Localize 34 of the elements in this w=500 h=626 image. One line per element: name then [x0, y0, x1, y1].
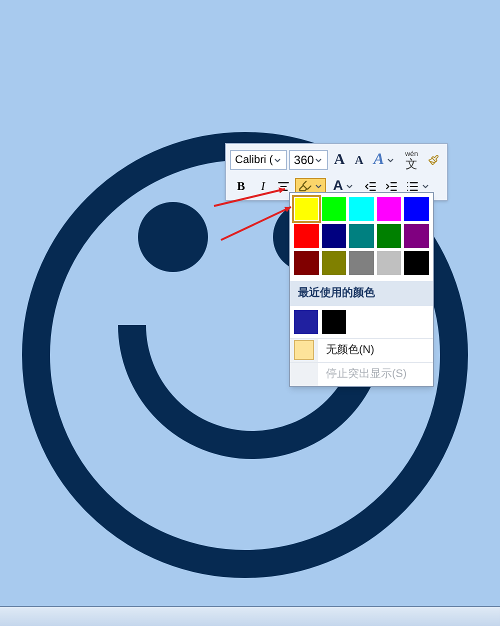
font-size-field[interactable]: 360 [288, 150, 328, 170]
color-swatch[interactable] [322, 251, 346, 275]
format-painter-icon[interactable] [428, 152, 439, 168]
highlighter-icon [298, 179, 312, 193]
color-swatch[interactable] [322, 310, 346, 334]
color-swatch[interactable] [376, 224, 402, 248]
menu-item[interactable]: 无颜色(N) [290, 338, 433, 362]
grow-font-button[interactable]: A [330, 148, 349, 172]
color-swatch[interactable] [294, 224, 319, 248]
decrease-indent-icon [364, 180, 378, 192]
color-swatch[interactable] [322, 197, 346, 221]
color-swatch[interactable] [376, 251, 402, 275]
increase-indent-icon [385, 180, 398, 192]
color-swatch[interactable] [294, 197, 319, 221]
color-swatch[interactable] [404, 197, 429, 221]
recent-colors-heading: 最近使用的颜色 [290, 281, 433, 306]
align-center-icon [277, 180, 290, 192]
no-color-swatch [294, 340, 314, 360]
color-swatch[interactable] [349, 251, 374, 275]
color-swatch[interactable] [376, 197, 402, 221]
color-swatch[interactable] [404, 224, 429, 248]
color-swatch[interactable] [322, 224, 346, 248]
color-swatch[interactable] [294, 251, 319, 275]
text-effects-button[interactable]: A [369, 148, 400, 172]
italic-button[interactable]: I [254, 176, 272, 196]
font-name-field[interactable]: Calibri ( [230, 150, 287, 170]
eye [138, 202, 208, 272]
color-swatch[interactable] [294, 310, 318, 334]
bullet-list-icon [406, 180, 420, 192]
bold-button[interactable]: B [230, 176, 252, 196]
color-swatch[interactable] [349, 224, 374, 248]
shrink-font-button[interactable]: A [350, 151, 368, 169]
color-swatch[interactable] [404, 251, 429, 275]
color-swatch[interactable] [349, 197, 374, 221]
